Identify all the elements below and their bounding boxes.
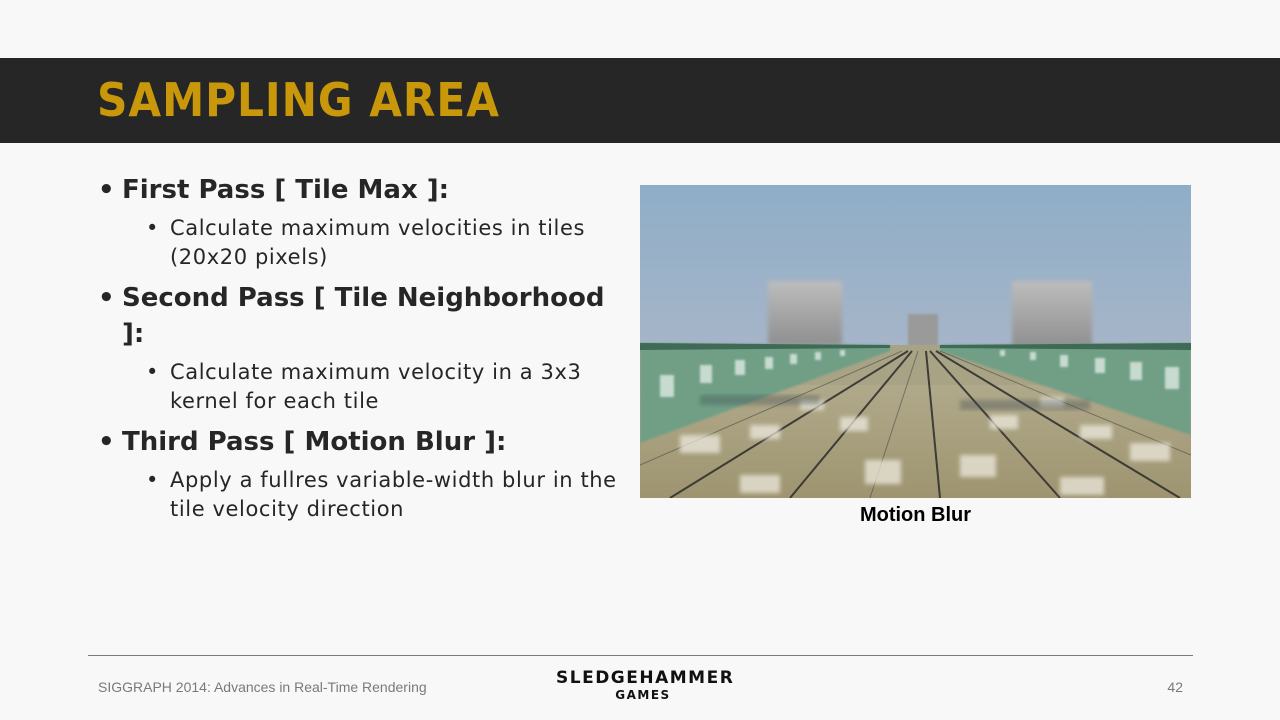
bullet-dot-icon: • (146, 216, 159, 240)
sledgehammer-logo: SLEDGEHAMMER GAMES (556, 668, 735, 702)
footer-divider (88, 655, 1193, 656)
bullet-second-pass: • Second Pass [ Tile Neighborhood ]: (98, 280, 618, 352)
bullet-dot-icon: • (98, 427, 115, 457)
bullet-first-pass: • First Pass [ Tile Max ]: (98, 172, 618, 208)
bullet-dot-icon: • (98, 175, 115, 205)
bullet-list: • First Pass [ Tile Max ]: • Calculate m… (98, 172, 618, 532)
logo-line2: GAMES (615, 688, 671, 702)
sub-bullet: • Apply a fullres variable-width blur in… (146, 466, 618, 524)
sub-bullet-text: Apply a fullres variable-width blur in t… (170, 468, 617, 521)
bullet-text: Third Pass [ Motion Blur ]: (122, 427, 507, 457)
bullet-text: First Pass [ Tile Max ]: (122, 175, 450, 205)
sub-bullet-text: Calculate maximum velocities in tiles (2… (170, 216, 586, 269)
slide-title: SAMPLING AREA (97, 73, 500, 127)
sub-bullet: • Calculate maximum velocities in tiles … (146, 214, 618, 272)
sub-bullet: • Calculate maximum velocity in a 3x3 ke… (146, 358, 618, 416)
bullet-third-pass: • Third Pass [ Motion Blur ]: (98, 424, 618, 460)
bullet-text: Second Pass [ Tile Neighborhood ]: (122, 283, 605, 349)
bullet-dot-icon: • (146, 360, 159, 384)
bullet-dot-icon: • (98, 283, 115, 313)
logo-line1: SLEDGEHAMMER (556, 668, 735, 688)
page-number: 42 (1167, 679, 1183, 695)
bullet-dot-icon: • (146, 468, 159, 492)
sub-bullet-text: Calculate maximum velocity in a 3x3 kern… (170, 360, 582, 413)
figure-caption: Motion Blur (859, 504, 972, 526)
footer-conference: SIGGRAPH 2014: Advances in Real-Time Ren… (98, 679, 427, 695)
motion-blur-image (640, 185, 1191, 498)
